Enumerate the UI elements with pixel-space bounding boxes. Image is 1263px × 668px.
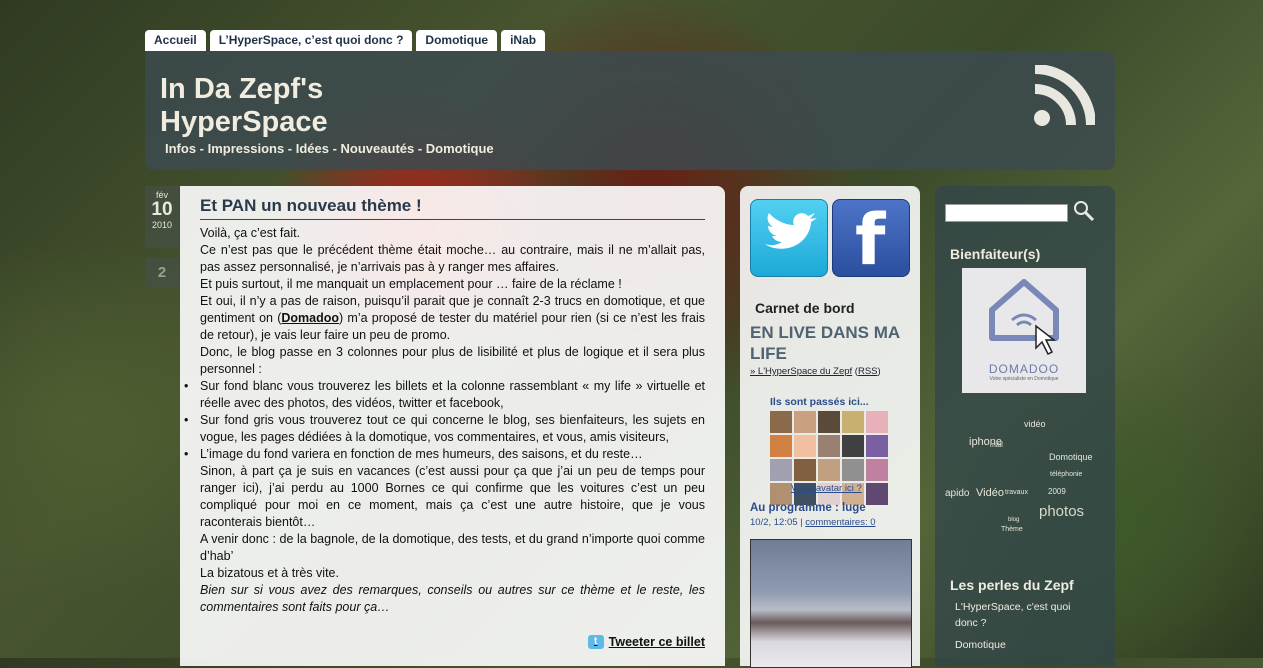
bullet-list: Sur fond blanc vous trouverez les billet… — [184, 378, 705, 463]
paragraph: A venir donc : de la bagnole, de la domo… — [200, 532, 705, 563]
facebook-icon[interactable]: f — [832, 199, 910, 280]
visitors-heading: Ils sont passés ici... — [770, 396, 869, 408]
post-title[interactable]: Et PAN un nouveau thème ! — [200, 196, 705, 220]
rss-link[interactable]: RSS — [858, 366, 878, 377]
post-date-day: 10 — [151, 199, 173, 220]
tag-link[interactable]: 2009 — [1048, 487, 1066, 496]
tab-inab[interactable]: iNab — [501, 30, 546, 51]
list-item: L’image du fond variera en fonction de m… — [184, 446, 705, 463]
visitor-avatar[interactable] — [842, 435, 864, 457]
carnet-heading: Carnet de bord — [755, 300, 855, 316]
tag-link[interactable]: Thème — [1001, 526, 1023, 533]
domadoo-subtitle: Votre spécialiste en Domotique — [989, 376, 1059, 382]
paragraph: Ce n’est pas que le précédent thème étai… — [200, 243, 705, 274]
tab-domotique[interactable]: Domotique — [416, 30, 498, 51]
program-date: 10/2, 12:05 — [750, 517, 798, 528]
nav-tabs: Accueil L’HyperSpace, c’est quoi donc ? … — [145, 30, 546, 51]
right-sidebar: Bienfaiteur(s) DOMADOO Votre spécialiste… — [935, 186, 1115, 666]
post-body: Voilà, ça c’est fait. Ce n’est pas que l… — [184, 225, 705, 616]
tag-link[interactable]: mail — [990, 442, 1003, 449]
visitor-avatar[interactable] — [866, 411, 888, 433]
list-item: Sur fond gris vous trouverez tout ce qui… — [184, 412, 705, 446]
tab-accueil[interactable]: Accueil — [145, 30, 206, 51]
twitter-bird-icon — [765, 213, 817, 249]
tag-link[interactable]: téléphonie — [1050, 471, 1082, 478]
visitor-avatar[interactable] — [818, 459, 840, 481]
perles-link-domotique[interactable]: Domotique — [955, 637, 1095, 653]
visitor-avatar[interactable] — [866, 435, 888, 457]
domadoo-link[interactable]: Domadoo — [281, 311, 339, 325]
visitor-avatar[interactable] — [770, 411, 792, 433]
visitor-avatar[interactable] — [794, 459, 816, 481]
visitor-avatar[interactable] — [818, 435, 840, 457]
domadoo-banner[interactable]: DOMADOO Votre spécialiste en Domotique — [962, 268, 1086, 393]
visitor-avatar[interactable] — [866, 459, 888, 481]
live-heading[interactable]: EN LIVE DANS MA LIFE — [750, 322, 915, 364]
post-date-year: 2010 — [151, 220, 173, 230]
sponsors-heading: Bienfaiteur(s) — [950, 246, 1041, 262]
hyperspace-feed-link[interactable]: » L'HyperSpace du Zepf (RSS) — [750, 366, 881, 377]
site-header: In Da Zepf's HyperSpace Infos - Impressi… — [145, 51, 1115, 170]
paragraph: Et oui, il n’y a pas de raison, puisqu’i… — [200, 293, 705, 344]
paragraph-italic: Bien sur si vous avez des remarques, con… — [200, 583, 705, 614]
list-item: Sur fond blanc vous trouverez les billet… — [184, 378, 705, 412]
paragraph: Donc, le blog passe en 3 colonnes pour p… — [200, 345, 705, 376]
tag-link[interactable]: travaux — [1005, 489, 1028, 496]
tweet-label: Tweeter ce billet — [608, 635, 705, 649]
hyperspace-link-text[interactable]: » L'HyperSpace du Zepf — [750, 366, 852, 377]
paragraph: Voilà, ça c’est fait. — [200, 226, 301, 240]
perles-heading: Les perles du Zepf — [950, 577, 1074, 593]
tag-link[interactable]: blog — [1008, 517, 1019, 523]
visitor-avatar[interactable] — [770, 435, 792, 457]
post-date: fév 10 2010 — [145, 186, 179, 248]
site-title[interactable]: In Da Zepf's HyperSpace — [160, 73, 420, 139]
your-avatar-link[interactable]: Votre avatar ici ? — [791, 483, 862, 494]
rss-icon[interactable] — [1033, 65, 1095, 127]
tab-hyperspace[interactable]: L’HyperSpace, c’est quoi donc ? — [209, 30, 413, 51]
post-card: Et PAN un nouveau thème ! Voilà, ça c’es… — [180, 186, 725, 666]
luge-photo[interactable] — [750, 539, 912, 668]
search-icon[interactable] — [1073, 200, 1095, 222]
middle-column: f Carnet de bord EN LIVE DANS MA LIFE » … — [740, 186, 920, 668]
program-title[interactable]: Au programme : luge — [750, 502, 866, 514]
program-meta: 10/2, 12:05 | commentaires: 0 — [750, 517, 876, 528]
visitor-avatar[interactable] — [794, 435, 816, 457]
twitter-small-icon: t — [587, 635, 604, 649]
perles-link-hyperspace[interactable]: L'HyperSpace, c'est quoi donc ? — [955, 599, 1095, 631]
tag-link[interactable]: apido — [945, 488, 969, 499]
tag-link[interactable]: photos — [1039, 503, 1084, 520]
paragraph: Et puis surtout, il me manquait un empla… — [200, 277, 622, 291]
house-icon — [989, 279, 1059, 356]
tag-link[interactable]: Vidéo — [976, 487, 1004, 499]
program-comments-link[interactable]: commentaires: 0 — [805, 517, 875, 528]
comment-count-badge[interactable]: 2 — [145, 258, 179, 288]
site-tagline: Infos - Impressions - Idées - Nouveautés… — [165, 141, 494, 156]
visitor-avatar[interactable] — [866, 483, 888, 505]
visitor-avatar[interactable] — [794, 411, 816, 433]
visitor-avatar[interactable] — [842, 411, 864, 433]
search-input[interactable] — [945, 204, 1068, 222]
visitor-avatar[interactable] — [818, 411, 840, 433]
tag-link[interactable]: vidéo — [1024, 419, 1046, 429]
tweet-button[interactable]: t Tweeter ce billet — [587, 635, 705, 649]
paragraph: Bien sur si vous avez des remarques, con… — [200, 582, 705, 616]
domadoo-name: DOMADOO — [988, 362, 1060, 376]
paragraph: La bizatous et à très vite. — [200, 566, 339, 580]
tag-link[interactable]: Domotique — [1049, 452, 1093, 462]
visitor-avatar[interactable] — [770, 459, 792, 481]
visitor-avatar[interactable] — [842, 459, 864, 481]
paragraph: Sinon, à part ça je suis en vacances (c’… — [200, 464, 705, 529]
twitter-icon[interactable] — [750, 199, 828, 277]
